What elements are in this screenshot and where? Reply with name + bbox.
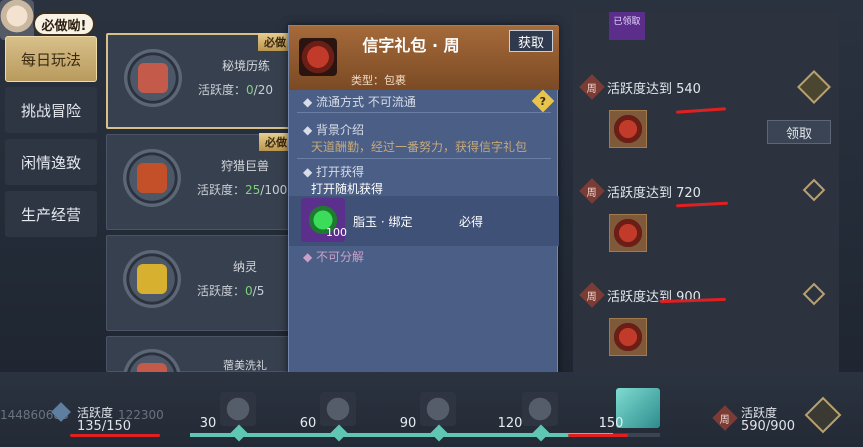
chest-icon[interactable] <box>609 214 647 252</box>
week-icon: 周 <box>579 282 605 308</box>
milestone-marker <box>532 424 550 442</box>
week-icon: 周 <box>579 74 605 100</box>
reward-quantity: 100 <box>326 226 347 239</box>
menu-leisure[interactable]: 闲情逸致 <box>5 139 97 185</box>
open-text: 打开随机获得 <box>311 182 384 196</box>
background-label: ◆ 背景介绍 <box>303 123 365 137</box>
daily-activity-value: 135/150 <box>77 419 132 434</box>
weekly-emblem-icon[interactable] <box>804 396 842 434</box>
milestone-marker <box>430 424 448 442</box>
open-label: ◆ 打开获得 <box>303 165 365 179</box>
annotation-underline <box>568 434 628 437</box>
crossed-swords-icon <box>138 63 168 93</box>
milestone-marker <box>230 424 248 442</box>
item-tooltip: 信字礼包 · 周 类型：包裹 获取 ◆ 流通方式 不可流通 ? ◆ 背景介绍 天… <box>288 25 559 385</box>
activity-progress: 活跃度：0/5 <box>197 284 265 298</box>
reward-guaranteed: 必得 <box>459 215 484 229</box>
week-icon: 周 <box>579 178 605 204</box>
activity-card-baptism[interactable]: 蓿美洗礼 <box>106 336 292 407</box>
tier-label-720: 活跃度达到 720 <box>607 186 701 201</box>
emblem-icon <box>802 282 826 306</box>
activity-progress: 活跃度：25/100 <box>197 183 288 197</box>
milestone-value: 90 <box>399 416 417 431</box>
activity-name: 秘境历练 <box>221 59 270 73</box>
claim-button[interactable]: 领取 <box>767 120 831 144</box>
activity-name: 蓿美洗礼 <box>223 359 267 372</box>
question-icon[interactable]: ? <box>531 89 555 113</box>
activity-name: 狩猎巨兽 <box>220 159 269 173</box>
activity-card-beast-hunt[interactable]: 狩猎巨兽 活跃度：25/100 必做 <box>106 133 293 230</box>
progress-fill <box>190 433 613 437</box>
menu-daily-play[interactable]: 每日玩法 <box>5 36 97 82</box>
mask-icon <box>137 264 167 294</box>
reward-name: 脂玉 · 绑定 <box>353 215 413 229</box>
chest-icon[interactable] <box>609 318 647 356</box>
milestone-marker <box>330 424 348 442</box>
claimed-tag: 已领取 <box>609 12 645 40</box>
activity-card-naling[interactable]: 纳灵 活跃度：0/5 <box>106 235 292 331</box>
emblem-icon <box>802 178 826 202</box>
milestone-chest-icon[interactable] <box>522 392 558 426</box>
weekly-activity-value: 590/900 <box>741 419 796 434</box>
speech-bubble: 必做呦! <box>33 12 95 36</box>
not-splittable-text: ◆ 不可分解 <box>303 250 365 264</box>
annotation-underline <box>70 434 160 437</box>
menu-challenge[interactable]: 挑战冒险 <box>5 87 97 133</box>
game-screen: 必做呦! 每日玩法 挑战冒险 闲情逸致 生产经营 秘境历练 活跃度：0/20 必… <box>0 0 863 447</box>
divider <box>297 158 551 159</box>
must-do-badge: 必做 <box>258 33 292 51</box>
chest-icon[interactable] <box>609 110 647 148</box>
milestone-chest-icon[interactable] <box>220 392 256 426</box>
activity-progress-bar: 144860683 122300 活跃度 135/150 30 60 90 12… <box>0 372 863 447</box>
weekly-reward-panel: 已领取 周 活跃度达到 540 领取 周 活跃度达到 720 周 活跃度达到 9… <box>573 12 839 372</box>
get-button[interactable]: 获取 <box>509 30 553 52</box>
item-title: 信字礼包 · 周 <box>362 36 460 55</box>
npc-avatar <box>0 0 34 40</box>
activity-progress: 活跃度：0/20 <box>198 83 273 97</box>
beast-icon <box>137 163 167 193</box>
activity-icon <box>124 49 182 107</box>
tooltip-header: 信字礼包 · 周 类型：包裹 获取 <box>289 26 559 90</box>
tier-label-540: 活跃度达到 540 <box>607 82 701 97</box>
circulation-text: ◆ 流通方式 不可流通 <box>303 95 416 109</box>
divider <box>297 112 551 113</box>
milestone-chest-icon[interactable] <box>420 392 456 426</box>
activity-card-secret-realm[interactable]: 秘境历练 活跃度：0/20 必做 <box>106 33 292 129</box>
week-icon: 周 <box>712 405 738 431</box>
background-text: 天道酬勤，经过一番努力，获得信字礼包 <box>311 140 528 154</box>
milestone-chest-icon[interactable] <box>320 392 356 426</box>
emblem-icon <box>797 70 831 104</box>
item-type: 类型：包裹 <box>351 74 406 87</box>
activity-icon <box>123 250 181 308</box>
milestone-value: 120 <box>497 416 523 431</box>
milestone-value: 150 <box>598 416 624 431</box>
milestone-value: 60 <box>299 416 317 431</box>
menu-production[interactable]: 生产经营 <box>5 191 97 237</box>
milestone-value: 30 <box>199 416 217 431</box>
activity-name: 纳灵 <box>232 260 257 274</box>
activity-icon <box>123 149 181 207</box>
gift-chest-icon <box>299 38 337 76</box>
